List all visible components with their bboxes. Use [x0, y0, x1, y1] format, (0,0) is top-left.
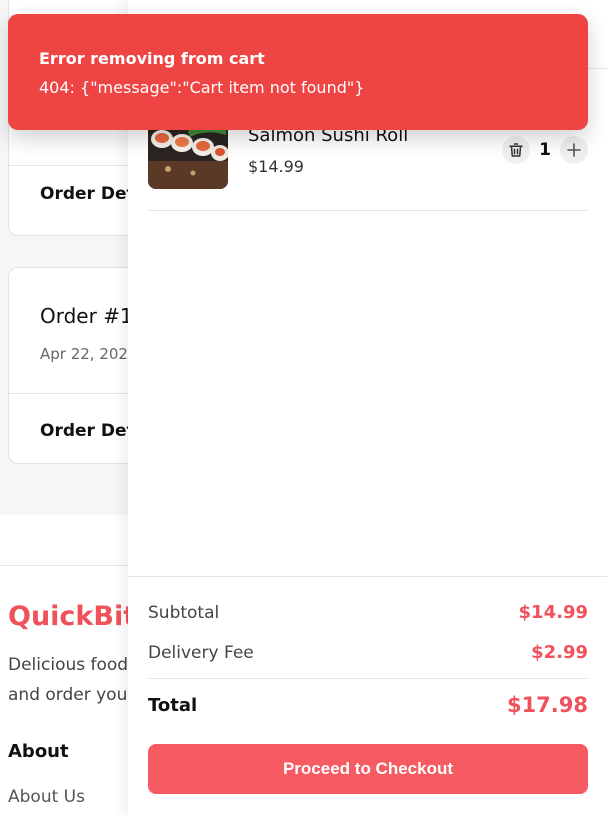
tagline-line: and order you	[8, 685, 128, 705]
order-details-link[interactable]: Order Det	[40, 421, 135, 441]
quantity-value: 1	[539, 140, 551, 160]
delivery-fee-row: Delivery Fee $2.99	[148, 642, 588, 663]
remove-item-button[interactable]	[502, 136, 530, 164]
total-value: $17.98	[506, 693, 588, 717]
toast-message: 404: {"message":"Cart item not found"}	[39, 78, 365, 97]
footer-about-us-link[interactable]: About Us	[8, 787, 85, 807]
error-toast[interactable]: Error removing from cart 404: {"message"…	[8, 14, 588, 130]
tagline-line: Delicious food	[8, 655, 129, 675]
subtotal-label: Subtotal	[148, 602, 220, 623]
order-details-link[interactable]: Order Det	[40, 184, 135, 204]
cart-summary: Subtotal $14.99 Delivery Fee $2.99 Total…	[128, 576, 607, 815]
plus-icon	[567, 143, 581, 157]
footer-brand[interactable]: QuickBit	[8, 601, 136, 632]
footer-about-heading: About	[8, 741, 69, 762]
subtotal-row: Subtotal $14.99	[148, 602, 588, 623]
increase-quantity-button[interactable]	[560, 136, 588, 164]
order-date: Apr 22, 202	[40, 345, 128, 363]
subtotal-value: $14.99	[518, 602, 588, 623]
proceed-to-checkout-button[interactable]: Proceed to Checkout	[148, 744, 588, 794]
toast-title: Error removing from cart	[39, 49, 265, 68]
summary-divider	[148, 678, 588, 679]
delivery-fee-label: Delivery Fee	[148, 642, 254, 663]
trash-icon	[509, 143, 523, 157]
quantity-stepper: 1	[502, 136, 588, 164]
total-label: Total	[148, 694, 198, 716]
delivery-fee-value: $2.99	[531, 642, 588, 663]
cart-item-price: $14.99	[248, 157, 304, 176]
footer-tagline: Delicious food and order you	[8, 650, 128, 710]
total-row: Total $17.98	[148, 693, 588, 717]
